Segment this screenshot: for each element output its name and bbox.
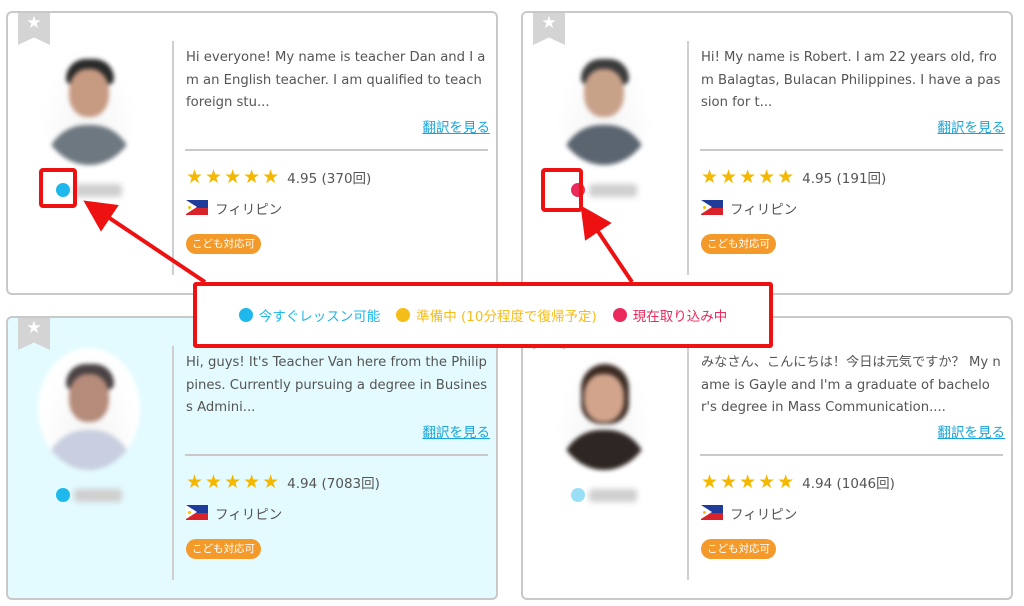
status-dot-icon (56, 488, 70, 502)
teacher-photo[interactable] (38, 348, 140, 470)
teacher-name-blurred[interactable] (74, 489, 122, 502)
status-dot-icon (612, 308, 627, 322)
teacher-intro: Hi! My name is Robert. I am 22 years old… (701, 50, 1001, 110)
legend-label: 現在取り込み中 (632, 309, 728, 325)
legend-item-busy: 現在取り込み中 (612, 305, 728, 325)
divider (185, 454, 488, 456)
status-row (571, 486, 671, 504)
vertical-divider (172, 41, 174, 275)
teacher-card[interactable]: ★ Hi, guys! It's Teacher Van here from t… (6, 316, 498, 600)
star-rating-icon: ★★★★★ (186, 471, 282, 493)
favorite-star-bookmark-icon[interactable]: ★ (533, 13, 565, 45)
translate-link[interactable]: 翻訳を見る (938, 421, 1006, 441)
divider (700, 149, 1003, 151)
rating-value: 4.94 (7083回) (287, 476, 380, 492)
legend-item-preparing: 準備中 (10分程度で復帰予定) (396, 305, 597, 325)
favorite-star-bookmark-icon[interactable]: ★ (18, 13, 50, 45)
rating: ★★★★★ 4.95 (191回) (701, 166, 886, 188)
teacher-name-blurred[interactable] (74, 184, 122, 197)
teacher-card[interactable]: ★ Hi! My name is Robert. I am 22 years o… (521, 11, 1013, 295)
teacher-intro: Hi, guys! It's Teacher Van here from the… (186, 355, 488, 415)
status-dot-icon (571, 488, 585, 502)
favorite-star-bookmark-icon[interactable]: ★ (18, 318, 50, 350)
country-label: フィリピン (215, 202, 283, 218)
philippines-flag-icon (186, 505, 208, 520)
legend-label: 準備中 (10分程度で復帰予定) (416, 309, 597, 325)
teacher-intro: みなさん、こんにちは！今日は元気ですか？ My name is Gayle an… (701, 355, 1001, 415)
rating: ★★★★★ 4.94 (1046回) (701, 471, 895, 493)
rating-value: 4.94 (1046回) (802, 476, 895, 492)
teacher-card[interactable]: ★ みなさん、こんにちは！今日は元気ですか？ My name is Gayle … (521, 316, 1013, 600)
vertical-divider (687, 41, 689, 275)
translate-link[interactable]: 翻訳を見る (423, 421, 491, 441)
kids-ok-badge: こども対応可 (186, 234, 261, 254)
annotation-highlight-box (39, 168, 77, 208)
philippines-flag-icon (186, 200, 208, 215)
star-rating-icon: ★★★★★ (186, 166, 282, 188)
teacher-card[interactable]: ★ Hi everyone! My name is teacher Dan an… (6, 11, 498, 295)
star-rating-icon: ★★★★★ (701, 471, 797, 493)
annotation-highlight-box (541, 168, 583, 212)
vertical-divider (687, 346, 689, 580)
status-row (571, 181, 671, 199)
teacher-name-blurred[interactable] (589, 489, 637, 502)
teacher-photo[interactable] (553, 43, 655, 165)
rating-value: 4.95 (191回) (802, 171, 887, 187)
legend-label: 今すぐレッスン可能 (258, 309, 381, 325)
legend-item-available: 今すぐレッスン可能 (238, 305, 381, 325)
teacher-photo[interactable] (553, 348, 655, 470)
status-dot-icon (396, 308, 411, 322)
philippines-flag-icon (701, 200, 723, 215)
rating-value: 4.95 (370回) (287, 171, 372, 187)
teacher-intro: Hi everyone! My name is teacher Dan and … (186, 50, 486, 110)
teacher-photo[interactable] (38, 43, 140, 165)
country-label: フィリピン (730, 202, 798, 218)
philippines-flag-icon (701, 505, 723, 520)
country-label: フィリピン (215, 507, 283, 523)
kids-ok-badge: こども対応可 (701, 539, 776, 559)
vertical-divider (172, 346, 174, 580)
status-legend: 今すぐレッスン可能 準備中 (10分程度で復帰予定) 現在取り込み中 (193, 282, 773, 348)
status-row (56, 486, 156, 504)
rating: ★★★★★ 4.94 (7083回) (186, 471, 380, 493)
country-label: フィリピン (730, 507, 798, 523)
translate-link[interactable]: 翻訳を見る (938, 116, 1006, 136)
teacher-name-blurred[interactable] (589, 184, 637, 197)
translate-link[interactable]: 翻訳を見る (423, 116, 491, 136)
kids-ok-badge: こども対応可 (186, 539, 261, 559)
divider (185, 149, 488, 151)
kids-ok-badge: こども対応可 (701, 234, 776, 254)
rating: ★★★★★ 4.95 (370回) (186, 166, 371, 188)
star-rating-icon: ★★★★★ (701, 166, 797, 188)
status-dot-icon (238, 308, 253, 322)
divider (700, 454, 1003, 456)
